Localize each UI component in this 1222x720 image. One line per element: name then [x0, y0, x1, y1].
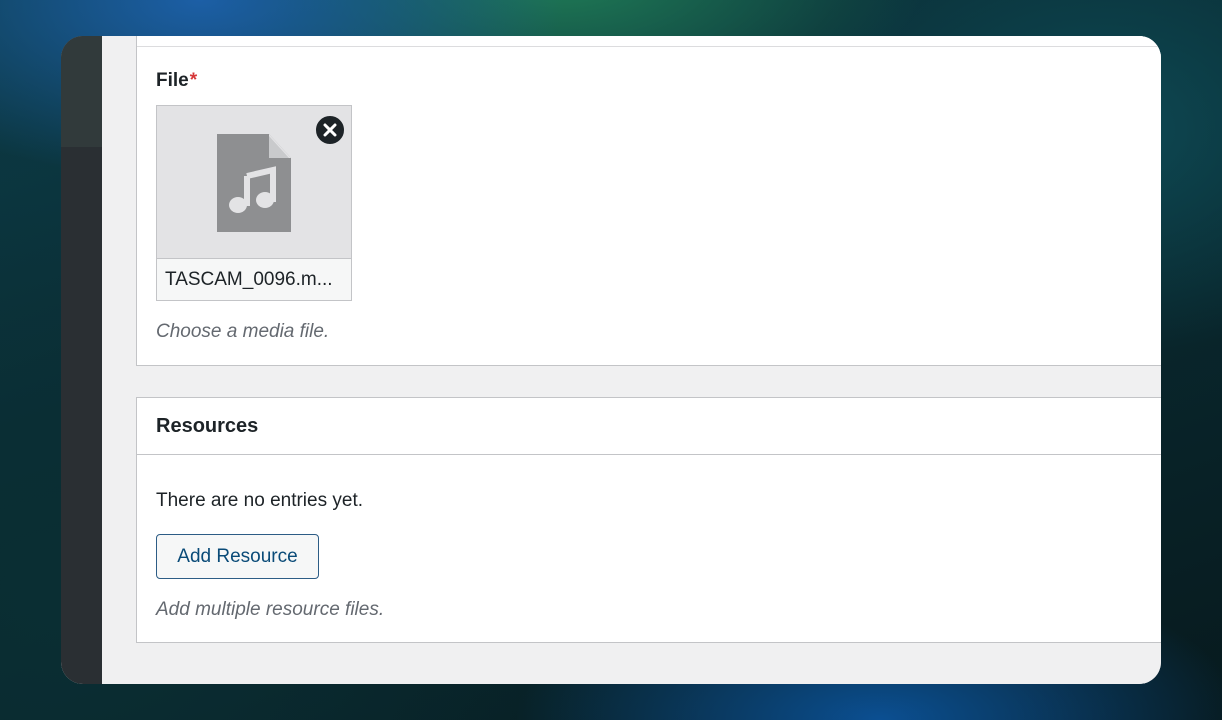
resources-title: Resources — [156, 415, 259, 437]
audio-file-icon — [217, 134, 291, 232]
media-filename: TASCAM_0096.m... — [157, 258, 351, 300]
selected-media-item[interactable]: TASCAM_0096.m... — [156, 105, 352, 301]
resources-description: Add multiple resource files. — [156, 599, 385, 620]
file-field-panel: File* TASCAM_0096.m... Choose a media fi… — [136, 36, 1161, 366]
empty-state-message: There are no entries yet. — [156, 490, 363, 511]
divider — [137, 46, 1161, 47]
admin-sidebar — [61, 36, 102, 684]
required-marker: * — [189, 70, 198, 91]
resources-header: Resources — [137, 398, 1161, 455]
close-icon — [323, 123, 337, 137]
file-field-description: Choose a media file. — [156, 321, 330, 342]
resources-panel: Resources There are no entries yet. Add … — [136, 397, 1161, 643]
add-resource-button[interactable]: Add Resource — [156, 534, 319, 579]
sidebar-active-section — [61, 36, 102, 147]
file-label-text: File — [156, 70, 189, 91]
main-content: File* TASCAM_0096.m... Choose a media fi… — [102, 36, 1161, 684]
app-window: File* TASCAM_0096.m... Choose a media fi… — [61, 36, 1161, 684]
file-field-label: File* — [156, 70, 197, 92]
remove-media-button[interactable] — [314, 114, 346, 146]
